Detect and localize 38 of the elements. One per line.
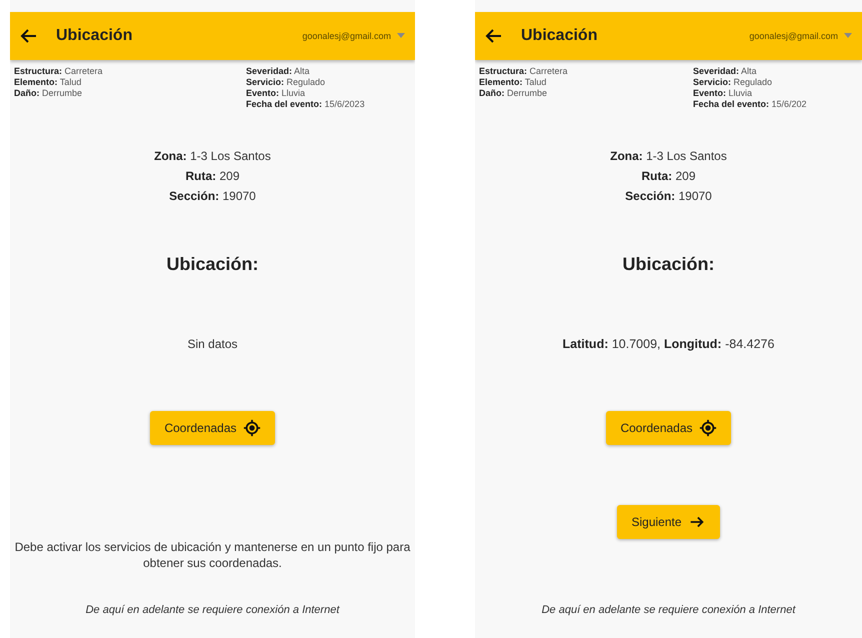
footer-note: De aquí en adelante se requiere conexión a Internet <box>84 604 341 616</box>
detail-text: Servicio: Regulado <box>693 77 774 88</box>
next-button[interactable]: Siguiente <box>617 505 720 539</box>
screen-title: Ubicación <box>521 27 598 45</box>
section-heading: Ubicación: <box>165 254 260 275</box>
detail-text: Estructura: Carretera <box>14 66 104 77</box>
location-text: Latitud: 10.7009, Longitud: -84.4276 <box>562 337 776 351</box>
location-detail: Sección: 19070 <box>169 188 256 205</box>
back-arrow-icon[interactable] <box>20 27 38 45</box>
detail-text: Estructura: Carretera <box>479 66 569 77</box>
coordinates-button[interactable]: Coordenadas <box>150 411 275 445</box>
location-detail: Zona: 1-3 Los Santos <box>610 148 727 165</box>
detail-text: Severidad: Alta <box>693 66 758 77</box>
back-arrow-icon[interactable] <box>485 27 503 45</box>
coordinates-button[interactable]: Coordenadas <box>606 411 731 445</box>
target-icon <box>698 419 717 437</box>
section-heading: Ubicación: <box>621 254 716 275</box>
detail-text: Elemento: Talud <box>14 77 82 88</box>
location-detail: Ruta: 209 <box>641 168 696 185</box>
location-detail: Sección: 19070 <box>625 188 712 205</box>
detail-text: Servicio: Regulado <box>246 77 326 88</box>
location-detail: Zona: 1-3 Los Santos <box>154 148 271 165</box>
location-text: Sin datos <box>186 337 239 351</box>
account-email[interactable]: goonalesj@gmail.com <box>302 31 391 41</box>
detail-text: Severidad: Alta <box>246 66 311 77</box>
detail-text: Daño: Derrumbe <box>14 88 84 99</box>
location-detail: Ruta: 209 <box>185 168 240 185</box>
detail-text: Elemento: Talud <box>479 77 548 88</box>
detail-text: Evento: Lluvia <box>693 88 754 99</box>
footer-note: De aquí en adelante se requiere conexión a Internet <box>540 604 797 616</box>
target-icon <box>242 419 261 437</box>
account-email[interactable]: goonalesj@gmail.com <box>749 31 838 41</box>
screen-title: Ubicación <box>56 27 132 45</box>
detail-text: Daño: Derrumbe <box>479 88 548 99</box>
instruction-text: Debe activar los servicios de ubicación y mantenerse en un punto fijo para obtener sus coordenadas. <box>14 539 412 571</box>
detail-text: Fecha del evento: 15/6/2023 <box>246 99 366 110</box>
detail-text: Evento: Lluvia <box>246 88 306 99</box>
detail-text: Fecha del evento: 15/6/202 <box>693 99 808 110</box>
